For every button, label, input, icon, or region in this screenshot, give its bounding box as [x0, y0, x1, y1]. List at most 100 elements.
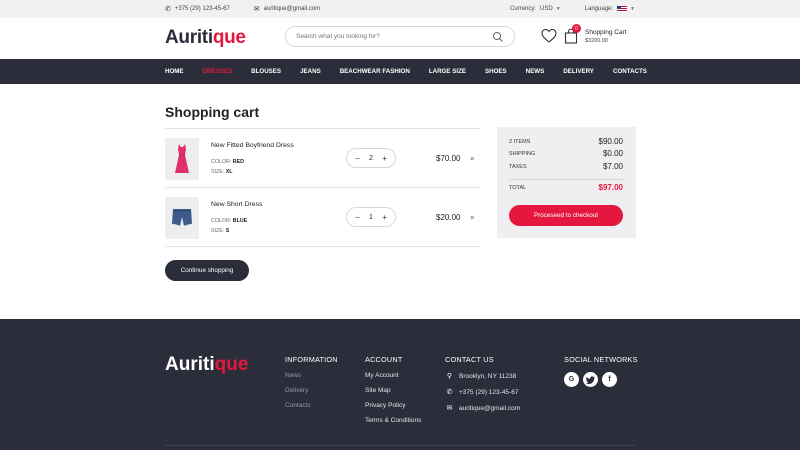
top-bar: ✆ +375 (29) 123-45-67 ✉ auritique@gmail.…: [0, 0, 800, 18]
nav-item-news[interactable]: NEWS: [526, 68, 545, 75]
product-color: COLOR: RED: [211, 159, 244, 165]
denim-shorts-image: [172, 209, 193, 227]
footer-logo-main: Auriti: [165, 354, 215, 375]
size-value: S: [225, 228, 230, 234]
cart-title: Shopping Cart: [585, 29, 627, 36]
footer-information-title: INFORMATION: [285, 355, 338, 364]
nav-item-shoes[interactable]: SHOES: [485, 68, 507, 75]
quantity-value[interactable]: 2: [369, 155, 373, 162]
minus-icon[interactable]: −: [355, 154, 360, 163]
page-title: Shopping cart: [165, 104, 260, 120]
currency-label: Currency:: [510, 6, 537, 12]
checkout-button[interactable]: Proceseed to checkout: [509, 205, 623, 226]
footer-account: ACCOUNT My Account Site Map Privacy Poli…: [365, 355, 421, 432]
footer-contact-title: CONTACT US: [445, 355, 494, 364]
footer-link-delivery[interactable]: Delivery: [285, 387, 338, 394]
color-label: COLOR:: [211, 218, 232, 224]
summary-divider: [509, 179, 623, 180]
plus-icon[interactable]: +: [382, 154, 387, 163]
footer-divider: [165, 445, 635, 446]
footer-email-text: auritique@gmail.com: [459, 404, 521, 412]
wishlist-heart-icon[interactable]: [541, 28, 557, 44]
mail-icon: ✉: [446, 405, 453, 412]
footer-link-privacy[interactable]: Privacy Policy: [365, 402, 421, 409]
header: Auritique 0 Shopping Cart $3200.00: [0, 18, 800, 59]
footer-logo-accent: que: [214, 354, 249, 375]
product-color: COLOR: BLUE: [211, 218, 247, 224]
footer-account-title: ACCOUNT: [365, 355, 403, 364]
color-value: RED: [232, 159, 244, 165]
quantity-value[interactable]: 1: [369, 214, 373, 221]
main-nav: HOME DRESSES BLOUSES JEANS BEACHWEAR FAS…: [0, 59, 800, 84]
nav-item-blouses[interactable]: BLOUSES: [251, 68, 281, 75]
footer-link-contacts[interactable]: Contacts: [285, 402, 338, 409]
remove-item-icon[interactable]: ×: [470, 154, 474, 163]
minus-icon[interactable]: −: [355, 213, 360, 222]
logo-main: Auriti: [165, 27, 213, 48]
summary-shipping: SHIPPING $0.00: [509, 149, 623, 158]
chevron-down-icon: ▼: [630, 6, 635, 12]
cart-count-badge: 0: [572, 24, 581, 33]
summary-taxes-value: $7.00: [602, 162, 623, 171]
footer-address: ⚲ Brooklyn, NY 11238: [445, 372, 520, 381]
topbar-phone[interactable]: ✆ +375 (29) 123-45-67: [165, 5, 230, 13]
twitter-icon[interactable]: [583, 372, 598, 387]
nav-item-home[interactable]: HOME: [165, 68, 184, 75]
search-box: [285, 26, 515, 47]
footer-email[interactable]: ✉ auritique@gmail.com: [445, 404, 521, 413]
search-icon[interactable]: [492, 31, 504, 43]
topbar-email-text: auritique@gmail.com: [263, 6, 321, 12]
topbar-email[interactable]: ✉ auritique@gmail.com: [254, 5, 320, 13]
summary-total: TOTAL $97.00: [509, 183, 623, 192]
color-label: COLOR:: [211, 159, 232, 165]
summary-taxes: TAXES $7.00: [509, 162, 623, 171]
main-content: Shopping cart New Fitted Boyfriend Dress…: [0, 84, 800, 319]
nav-item-large-size[interactable]: LARGE SIZE: [429, 68, 466, 75]
nav-item-contacts[interactable]: CONTACTS: [613, 68, 647, 75]
footer-logo[interactable]: Auritique: [165, 354, 248, 376]
summary-items-label: 2 ITEMS: [509, 138, 531, 145]
remove-item-icon[interactable]: ×: [470, 213, 474, 222]
summary-total-label: TOTAL: [509, 184, 527, 191]
cart-amount: $3200.00: [585, 38, 608, 44]
size-value: XL: [225, 169, 233, 175]
product-name[interactable]: New Fitted Boyfriend Dress: [211, 142, 294, 149]
footer-contact: CONTACT US ⚲ Brooklyn, NY 11238 ✆ +375 (…: [445, 355, 520, 420]
continue-shopping-button[interactable]: Continue shopping: [165, 260, 249, 281]
product-thumbnail[interactable]: [165, 197, 199, 239]
logo[interactable]: Auritique: [165, 27, 246, 49]
google-plus-icon[interactable]: G: [564, 372, 579, 387]
order-summary: 2 ITEMS $90.00 SHIPPING $0.00 TAXES $7.0…: [497, 127, 636, 238]
search-input[interactable]: [296, 33, 492, 40]
footer-phone[interactable]: ✆ +375 (29) 123-45-67: [445, 388, 520, 397]
red-dress-image: [175, 144, 189, 173]
currency-value: USD: [540, 6, 553, 12]
us-flag-icon: [617, 6, 628, 12]
nav-item-delivery[interactable]: DELIVERY: [563, 68, 594, 75]
nav-item-jeans[interactable]: JEANS: [300, 68, 321, 75]
footer-social: SOCIAL NETWORKS G f: [564, 355, 638, 387]
footer-information: INFORMATION News Delivery Contacts: [285, 355, 338, 417]
plus-icon[interactable]: +: [382, 213, 387, 222]
footer-link-site-map[interactable]: Site Map: [365, 387, 421, 394]
summary-taxes-label: TAXES: [509, 163, 527, 170]
language-selector[interactable]: Language: ▼: [585, 6, 635, 12]
item-price: $70.00: [436, 154, 461, 163]
footer-link-news[interactable]: News: [285, 372, 338, 379]
footer-link-my-account[interactable]: My Account: [365, 372, 421, 379]
nav-item-dresses[interactable]: DRESSES: [203, 68, 233, 75]
summary-shipping-label: SHIPPING: [509, 150, 536, 157]
product-thumbnail[interactable]: [165, 138, 199, 180]
currency-selector[interactable]: Currency: USD ▼: [510, 6, 561, 12]
location-pin-icon: ⚲: [446, 373, 453, 380]
nav-item-beachwear[interactable]: BEACHWEAR FASHION: [340, 68, 410, 75]
footer-link-terms[interactable]: Terms & Conditions: [365, 417, 421, 424]
mail-icon: ✉: [253, 6, 260, 13]
topbar-settings: Currency: USD ▼ Language: ▼: [486, 0, 635, 18]
product-name[interactable]: New Short Dress: [211, 201, 262, 208]
size-label: SIZE:: [211, 228, 225, 234]
summary-items-value: $90.00: [598, 137, 623, 146]
cart-items: New Fitted Boyfriend Dress COLOR: RED SI…: [165, 128, 481, 247]
cart-summary-link[interactable]: Shopping Cart $3200.00: [585, 28, 627, 46]
facebook-icon[interactable]: f: [602, 372, 617, 387]
